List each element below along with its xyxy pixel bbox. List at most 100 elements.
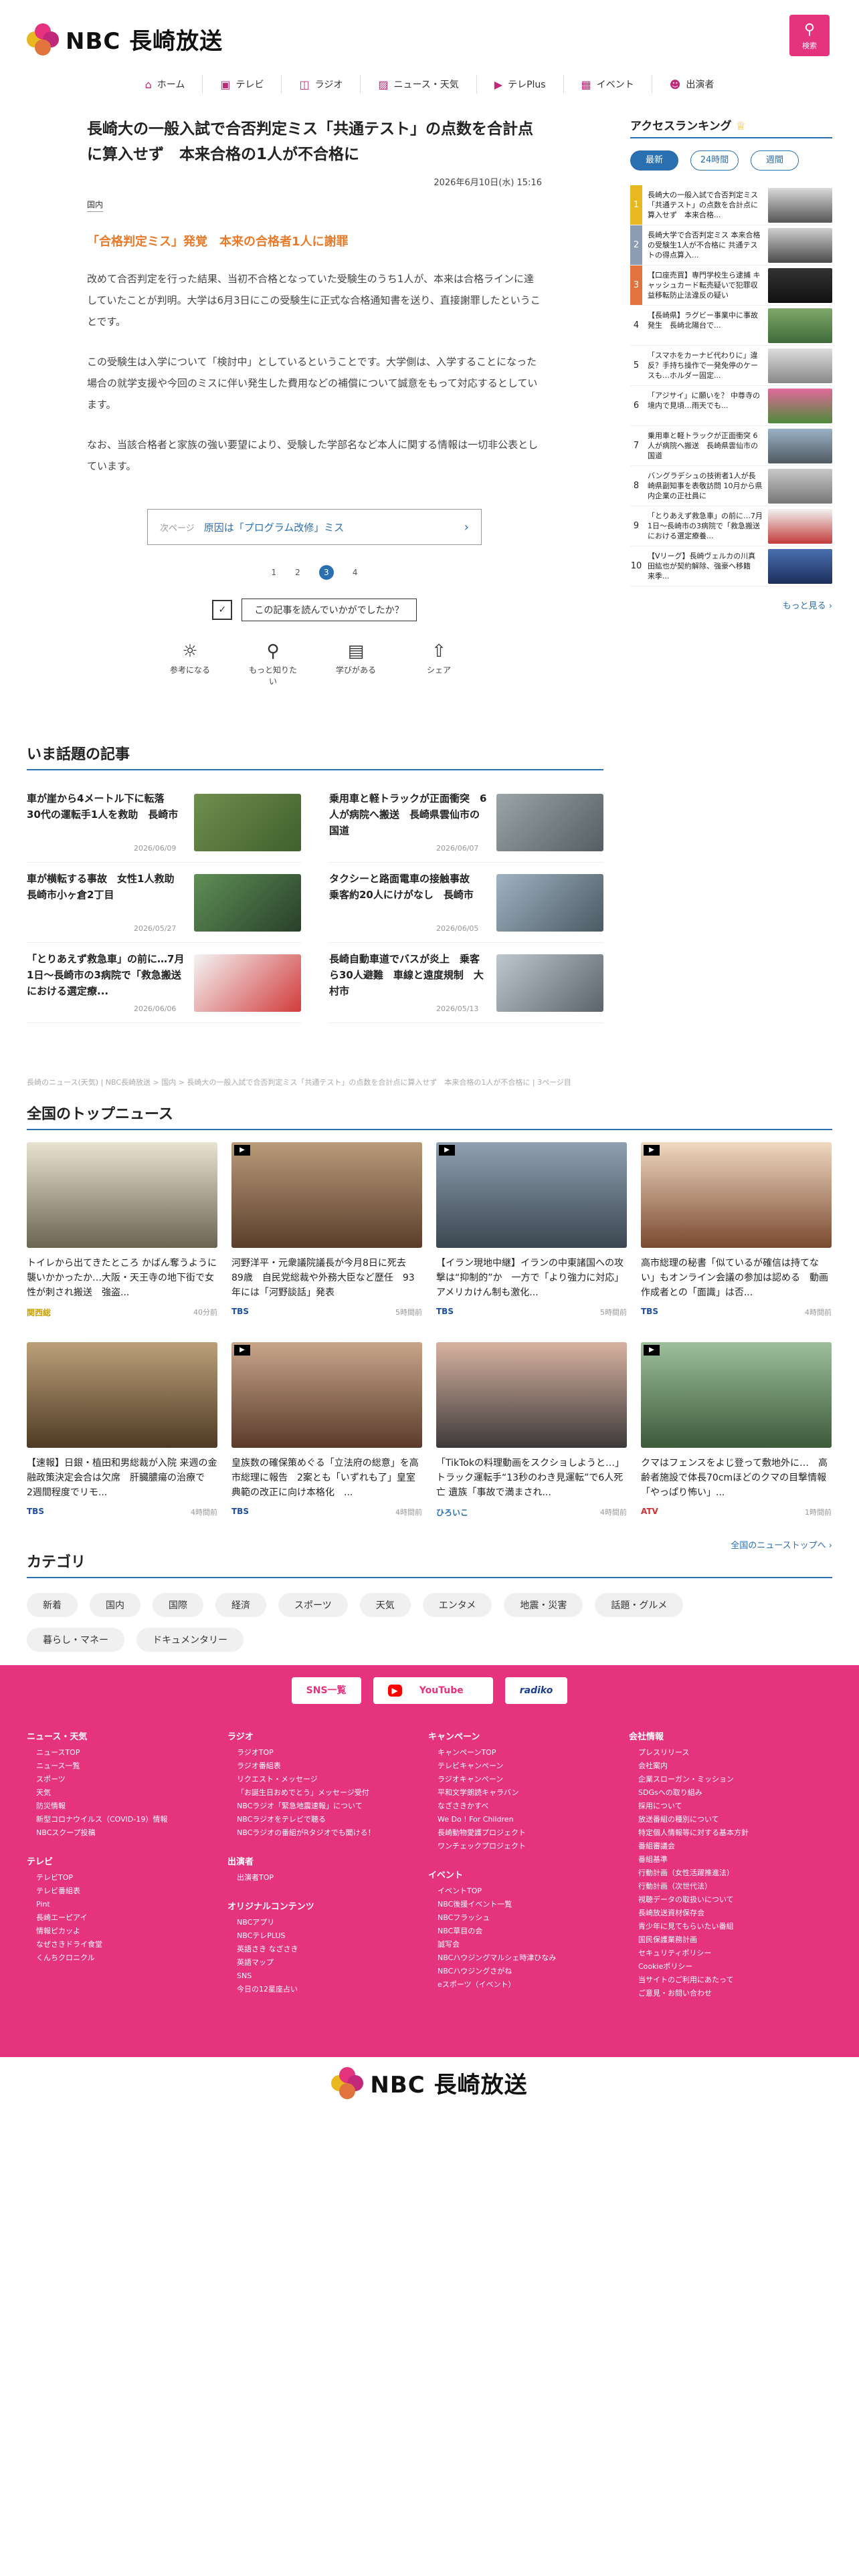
next-page-link[interactable]: 次ページ 原因は「プログラム改修」ミス › — [147, 509, 482, 545]
footer-link[interactable]: 番組基準 — [629, 1853, 830, 1866]
sns-list-button[interactable]: SNS一覧 — [291, 1677, 361, 1704]
ranking-item[interactable]: 7 乗用車と軽トラックが正面衝突 6人が病院へ搬送 長崎県雲仙市の国道 — [630, 426, 832, 466]
footer-link[interactable]: 平和文学朗読キャラバン — [428, 1786, 629, 1800]
footer-link[interactable]: 採用について — [629, 1800, 830, 1813]
footer-logo[interactable]: NBC 長崎放送 — [0, 2066, 859, 2099]
search-button[interactable]: ⚲ 検索 — [789, 15, 830, 56]
footer-link[interactable]: NBCラジオの番組がRタジオでも聞ける！ — [227, 1826, 428, 1840]
site-logo[interactable]: NBC 長崎放送 — [27, 23, 223, 56]
footer-link[interactable]: Pint — [27, 1898, 227, 1911]
trending-item[interactable]: 車が崖から4メートル下に転落 30代の運転手1人を救助 長崎市 2026/06/0… — [27, 782, 301, 863]
category-chip[interactable]: 地震・災害 — [504, 1593, 583, 1617]
footer-link[interactable]: スポーツ — [27, 1773, 227, 1786]
footer-link[interactable]: 国民保護業務計画 — [629, 1933, 830, 1947]
footer-link[interactable]: なざさきかすべ — [428, 1800, 629, 1813]
footer-link[interactable]: 「お誕生日おめでとう」メッセージ受付 — [227, 1786, 428, 1800]
footer-link[interactable]: セキュリティポリシー — [629, 1947, 830, 1960]
national-news-item[interactable]: ▶ 皇族数の確保策めぐる「立法府の総意」を高市総理に報告 2案とも「いずれも了」皇… — [231, 1342, 422, 1518]
footer-heading[interactable]: 出演者 — [227, 1854, 428, 1867]
footer-heading[interactable]: イベント — [428, 1868, 629, 1881]
category-chip[interactable]: 国際 — [153, 1593, 203, 1617]
footer-link[interactable]: NBCアプリ — [227, 1916, 428, 1929]
category-chip[interactable]: 暮らし・マネー — [27, 1628, 124, 1652]
footer-link[interactable]: 会社案内 — [629, 1759, 830, 1773]
national-news-more-link[interactable]: 全国のニューストップへ › — [27, 1538, 832, 1551]
reaction-share[interactable]: ⇧ シェア — [413, 641, 465, 687]
footer-link[interactable]: 行動計画（次世代法） — [629, 1880, 830, 1893]
footer-link[interactable]: 視聴データの取扱いについて — [629, 1893, 830, 1907]
nav-item-tv[interactable]: ▣ テレビ — [202, 75, 281, 94]
footer-link[interactable]: 長崎放送資材保存会 — [629, 1907, 830, 1920]
category-chip[interactable]: 話題・グルメ — [595, 1593, 684, 1617]
tab-latest[interactable]: 最新 — [630, 150, 678, 171]
national-news-item[interactable]: 「TikTokの料理動画をスクショしようと…」トラック運転手“13秒のわき見運転… — [436, 1342, 627, 1518]
footer-link[interactable]: ワンチェックプロジェクト — [428, 1840, 629, 1853]
national-news-item[interactable]: ▶ 【イラン現地中継】イランの中東諸国への攻撃は“抑制的”か 一方で「より強力に対… — [436, 1142, 627, 1318]
footer-heading[interactable]: キャンペーン — [428, 1729, 629, 1742]
footer-link[interactable]: 当サイトのご利用にあたって — [629, 1973, 830, 1987]
footer-link[interactable]: 誠写会 — [428, 1938, 629, 1951]
footer-link[interactable]: ご意見・お問い合わせ — [629, 1987, 830, 2000]
page-link[interactable]: 1 — [272, 568, 277, 577]
nav-item-radio[interactable]: ◫ ラジオ — [281, 75, 360, 94]
reaction-more[interactable]: ⚲ もっと知りたい — [247, 641, 299, 687]
trending-item[interactable]: 「とりあえず救急車」の前に…7月1日〜長崎市の3病院で「救急搬送における選定療.… — [27, 943, 301, 1023]
footer-link[interactable]: くんちクロニクル — [27, 1951, 227, 1965]
footer-link[interactable]: 青少年に見てもらいたい番組 — [629, 1920, 830, 1933]
footer-heading[interactable]: テレビ — [27, 1854, 227, 1867]
footer-link[interactable]: なぜさきドライ食堂 — [27, 1938, 227, 1951]
footer-link[interactable]: 天気 — [27, 1786, 227, 1800]
footer-link[interactable]: プレスリリース — [629, 1746, 830, 1759]
footer-link[interactable]: テレビキャンペーン — [428, 1759, 629, 1773]
footer-link[interactable]: 特定個人情報等に対する基本方針 — [629, 1826, 830, 1840]
category-chip[interactable]: ドキュメンタリー — [136, 1628, 244, 1652]
footer-heading[interactable]: 会社情報 — [629, 1729, 830, 1742]
footer-link[interactable]: NBC草目の会 — [428, 1925, 629, 1938]
category-chip[interactable]: 経済 — [215, 1593, 266, 1617]
footer-link[interactable]: We Do ! For Children — [428, 1813, 629, 1826]
ranking-item[interactable]: 3 【口座売買】専門学校生ら逮捕 キャッシュカード転売疑いで犯罪収益移転防止法違反… — [630, 265, 832, 306]
footer-link[interactable]: 放送番組の種別について — [629, 1813, 830, 1826]
category-chip[interactable]: 天気 — [359, 1593, 411, 1617]
footer-link[interactable]: 行動計画（女性活躍推進法） — [629, 1866, 830, 1880]
breadcrumb[interactable]: 長崎のニュース(天気) | NBC長崎放送 > 国内 > 長崎大の一般入試で合否… — [27, 1077, 629, 1087]
footer-link[interactable]: テレビ番組表 — [27, 1885, 227, 1898]
trending-item[interactable]: 車が横転する事故 女性1人救助 長崎市小ヶ倉2丁目 2026/05/27 — [27, 863, 301, 943]
footer-link[interactable]: NBCハウジングマルシェ時津ひなみ — [428, 1951, 629, 1965]
footer-link[interactable]: ラジオ番組表 — [227, 1759, 428, 1773]
national-news-item[interactable]: トイレから出てきたところ かばん奪うように襲いかかったか…大阪・天王寺の地下街で… — [27, 1142, 217, 1318]
footer-heading[interactable]: オリジナルコンテンツ — [227, 1899, 428, 1912]
nav-item-event[interactable]: ▦ イベント — [563, 75, 652, 94]
national-news-item[interactable]: ▶ 河野洋平・元衆議院議長が今月8日に死去 89歳 自民党総裁や外務大臣など歴任 … — [231, 1142, 422, 1318]
national-news-item[interactable]: ▶ 高市総理の秘書「似ているが確信は持てない」もオンライン会議の参加は認める 動画… — [641, 1142, 832, 1318]
footer-heading[interactable]: ニュース・天気 — [27, 1729, 227, 1742]
ranking-item[interactable]: 9 「とりあえず救急車」の前に…7月1日〜長崎市の3病院で「救急搬送における選定療… — [630, 506, 832, 546]
footer-link[interactable]: 英語さき なざさき — [227, 1943, 428, 1956]
footer-link[interactable]: ラジオTOP — [227, 1746, 428, 1759]
footer-link[interactable]: 防災情報 — [27, 1800, 227, 1813]
footer-link[interactable]: リクエスト・メッセージ — [227, 1773, 428, 1786]
nav-item-news[interactable]: ▨ ニュース・天気 — [360, 75, 476, 94]
footer-link[interactable]: キャンペーンTOP — [428, 1746, 629, 1759]
category-chip[interactable]: 新着 — [27, 1593, 78, 1617]
ranking-more-link[interactable]: もっと見る › — [630, 599, 832, 611]
footer-link[interactable]: 企業スローガン・ミッション — [629, 1773, 830, 1786]
national-news-item[interactable]: 【速報】日銀・植田和男総裁が入院 来週の金融政策決定会合は欠席 肝臓膿瘍の治療で… — [27, 1342, 217, 1518]
reaction-learn[interactable]: ▤ 学びがある — [330, 641, 382, 687]
tab-weekly[interactable]: 週間 — [751, 150, 799, 171]
footer-heading[interactable]: ラジオ — [227, 1729, 428, 1742]
ranking-item[interactable]: 10 【Vリーグ】長崎ヴェルカの川真田紘也が契約解除、強豪へ移籍 来季... — [630, 546, 832, 586]
category-chip[interactable]: 国内 — [90, 1593, 140, 1617]
footer-link[interactable]: イベントTOP — [428, 1885, 629, 1898]
footer-link[interactable]: SDGsへの取り組み — [629, 1786, 830, 1800]
ranking-item[interactable]: 6 「アジサイ」に願いを？ 中尊寺の境内で見頃…雨天でも... — [630, 386, 832, 426]
page-link[interactable]: 2 — [295, 568, 300, 577]
footer-link[interactable]: NBCハウジングさがね — [428, 1965, 629, 1978]
category-chip[interactable]: エンタメ — [422, 1593, 492, 1617]
footer-link[interactable]: ニュースTOP — [27, 1746, 227, 1759]
footer-link[interactable]: 新型コロナウイルス（COVID-19）情報 — [27, 1813, 227, 1826]
footer-link[interactable]: 英語マップ — [227, 1956, 428, 1969]
footer-link[interactable]: 情報ピカッよ — [27, 1925, 227, 1938]
footer-link[interactable]: NBCラジオをテレビで聴る — [227, 1813, 428, 1826]
footer-link[interactable]: NBCテレPLUS — [227, 1929, 428, 1943]
